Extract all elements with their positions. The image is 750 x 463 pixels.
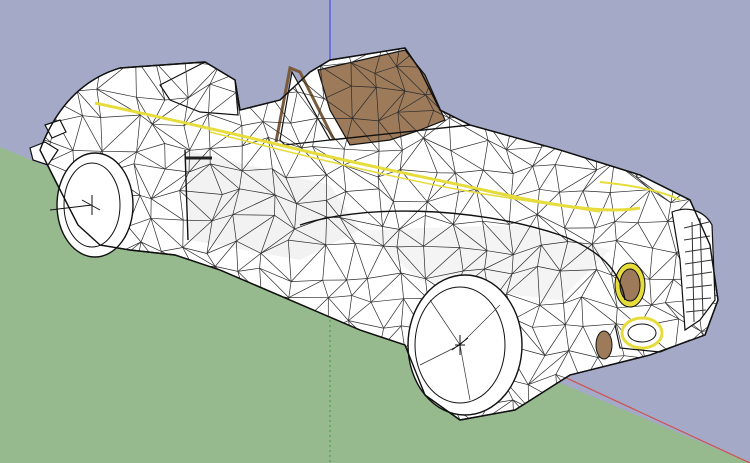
mesh-edge bbox=[164, 143, 166, 170]
indicator-light bbox=[595, 330, 613, 360]
mesh-edge bbox=[274, 194, 276, 216]
3d-viewport[interactable] bbox=[0, 0, 750, 463]
fog-light bbox=[620, 316, 664, 350]
scene-canvas[interactable] bbox=[0, 0, 750, 463]
headlight-main bbox=[614, 262, 646, 308]
